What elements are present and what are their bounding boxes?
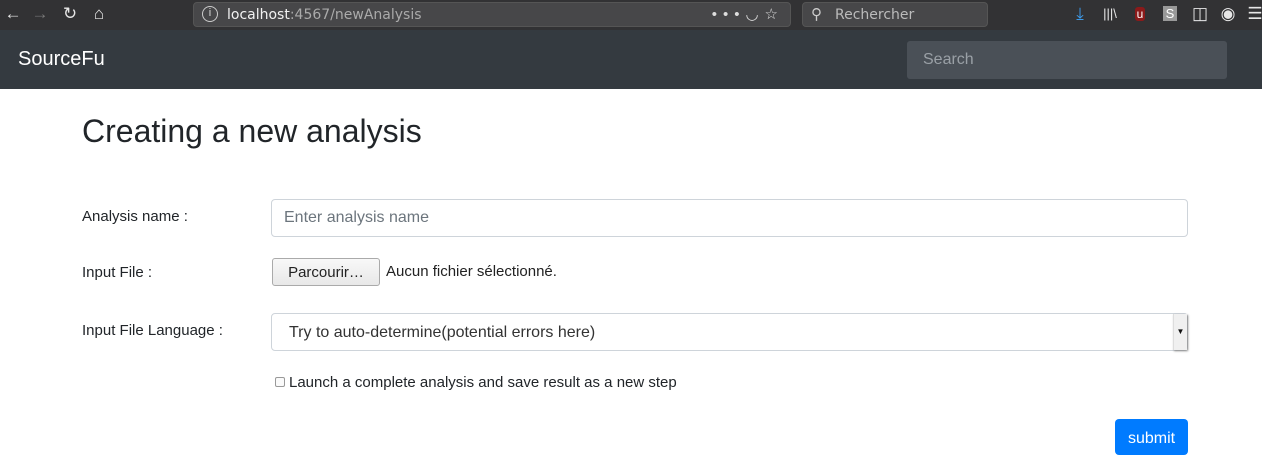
download-icon[interactable]: ⤓ xyxy=(1070,4,1090,24)
input-file-label: Input File : xyxy=(82,264,153,281)
complete-analysis-label[interactable]: Launch a complete analysis and save resu… xyxy=(289,374,677,391)
search-icon: ⚲ xyxy=(811,6,822,23)
back-icon[interactable]: ← xyxy=(3,4,23,24)
pocket-icon[interactable]: ◡ xyxy=(745,6,764,23)
reload-icon[interactable]: ↻ xyxy=(60,4,80,24)
brand[interactable]: SourceFu xyxy=(18,48,105,71)
analysis-name-input[interactable] xyxy=(271,199,1188,237)
language-label: Input File Language : xyxy=(82,322,223,339)
library-icon[interactable]: |||\ xyxy=(1100,4,1120,24)
forward-icon[interactable]: → xyxy=(30,4,50,24)
sidebar-icon[interactable]: ◫ xyxy=(1190,4,1210,24)
complete-analysis-checkbox[interactable] xyxy=(275,377,285,387)
analysis-name-label: Analysis name : xyxy=(82,208,188,225)
browser-search-placeholder: Rechercher xyxy=(835,7,915,23)
chevron-down-icon: ▼ xyxy=(1173,314,1187,350)
browser-toolbar: ← → ↻ ⌂ i localhost:4567/newAnalysis •••… xyxy=(0,0,1262,30)
address-bar[interactable]: i localhost:4567/newAnalysis •••◡☆ xyxy=(193,2,791,27)
home-icon[interactable]: ⌂ xyxy=(89,4,109,24)
info-icon[interactable]: i xyxy=(202,6,218,22)
language-select[interactable]: Try to auto-determine(potential errors h… xyxy=(271,313,1188,351)
account-icon[interactable]: ◉ xyxy=(1218,4,1238,24)
navbar: SourceFu xyxy=(0,30,1262,89)
extension-s-icon[interactable]: S xyxy=(1160,4,1180,24)
url-host: localhost xyxy=(227,7,290,23)
submit-button[interactable]: submit xyxy=(1115,419,1188,455)
nav-search-input[interactable] xyxy=(907,41,1227,79)
page-title: Creating a new analysis xyxy=(82,113,422,149)
browse-file-button[interactable]: Parcourir… xyxy=(272,258,380,286)
bookmark-star-icon[interactable]: ☆ xyxy=(765,6,784,23)
more-icon[interactable]: ••• xyxy=(712,6,746,23)
no-file-text: Aucun fichier sélectionné. xyxy=(386,263,557,280)
url-path: :4567/newAnalysis xyxy=(289,7,422,23)
menu-icon[interactable]: ☰ xyxy=(1245,4,1262,24)
ublock-icon[interactable]: u xyxy=(1130,4,1150,24)
language-selected: Try to auto-determine(potential errors h… xyxy=(289,324,596,341)
browser-search[interactable]: ⚲ Rechercher xyxy=(802,2,988,27)
